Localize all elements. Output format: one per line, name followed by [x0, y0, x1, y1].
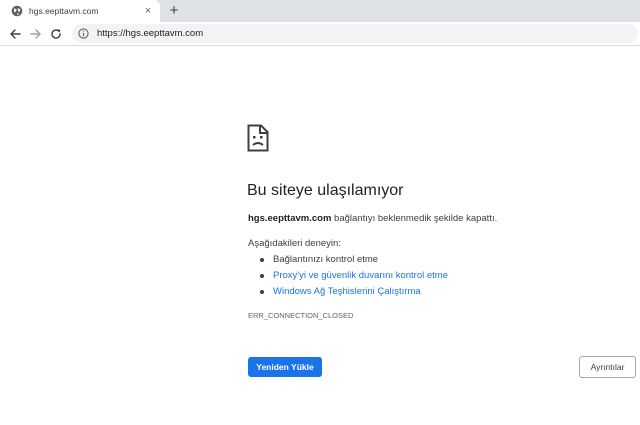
error-description-text: bağlantıyı beklenmedik şekilde kapattı.: [331, 213, 498, 224]
forward-arrow-icon[interactable]: [27, 25, 44, 42]
error-description: hgs.eepttavm.com bağlantıyı beklenmedik …: [248, 213, 497, 224]
error-title: Bu siteye ulaşılamıyor: [247, 182, 404, 199]
error-host: hgs.eepttavm.com: [248, 213, 332, 224]
details-button[interactable]: Ayrıntılar: [579, 356, 636, 378]
bullet-icon: [260, 274, 264, 278]
tab-strip: hgs.eepttavm.com × +: [0, 0, 640, 22]
bullet-icon: [260, 290, 264, 294]
suggestion-network-diagnostics-link[interactable]: Windows Ağ Teşhislerini Çalıştırma: [273, 286, 421, 297]
error-code: ERR_CONNECTION_CLOSED: [248, 311, 354, 320]
tab-title: hgs.eepttavm.com: [29, 6, 99, 16]
url-text: https://hgs.eepttavm.com: [97, 28, 204, 39]
info-icon[interactable]: [78, 28, 89, 39]
browser-tab[interactable]: hgs.eepttavm.com ×: [0, 0, 160, 22]
list-item: Bağlantınızı kontrol etme: [248, 253, 448, 269]
suggestions-list: Bağlantınızı kontrol etme Proxy'yi ve gü…: [248, 253, 448, 301]
sad-page-icon: [247, 124, 269, 152]
suggestion-check-connection: Bağlantınızı kontrol etme: [273, 254, 379, 265]
suggestion-check-proxy-link[interactable]: Proxy'yi ve güvenlik duvarını kontrol et…: [273, 270, 448, 281]
bullet-icon: [260, 258, 264, 262]
reload-icon[interactable]: [47, 25, 64, 42]
address-bar[interactable]: https://hgs.eepttavm.com: [72, 24, 638, 43]
list-item[interactable]: Windows Ağ Teşhislerini Çalıştırma: [248, 285, 448, 301]
suggestions-heading: Aşağıdakileri deneyin:: [248, 238, 341, 249]
close-tab-icon[interactable]: ×: [142, 5, 154, 17]
list-item[interactable]: Proxy'yi ve güvenlik duvarını kontrol et…: [248, 269, 448, 285]
new-tab-button[interactable]: +: [166, 3, 182, 19]
browser-toolbar: https://hgs.eepttavm.com: [0, 22, 640, 46]
reload-button[interactable]: Yeniden Yükle: [248, 357, 322, 377]
back-arrow-icon[interactable]: [6, 25, 23, 42]
globe-icon: [11, 5, 23, 17]
error-page: Bu siteye ulaşılamıyor hgs.eepttavm.com …: [0, 46, 640, 425]
